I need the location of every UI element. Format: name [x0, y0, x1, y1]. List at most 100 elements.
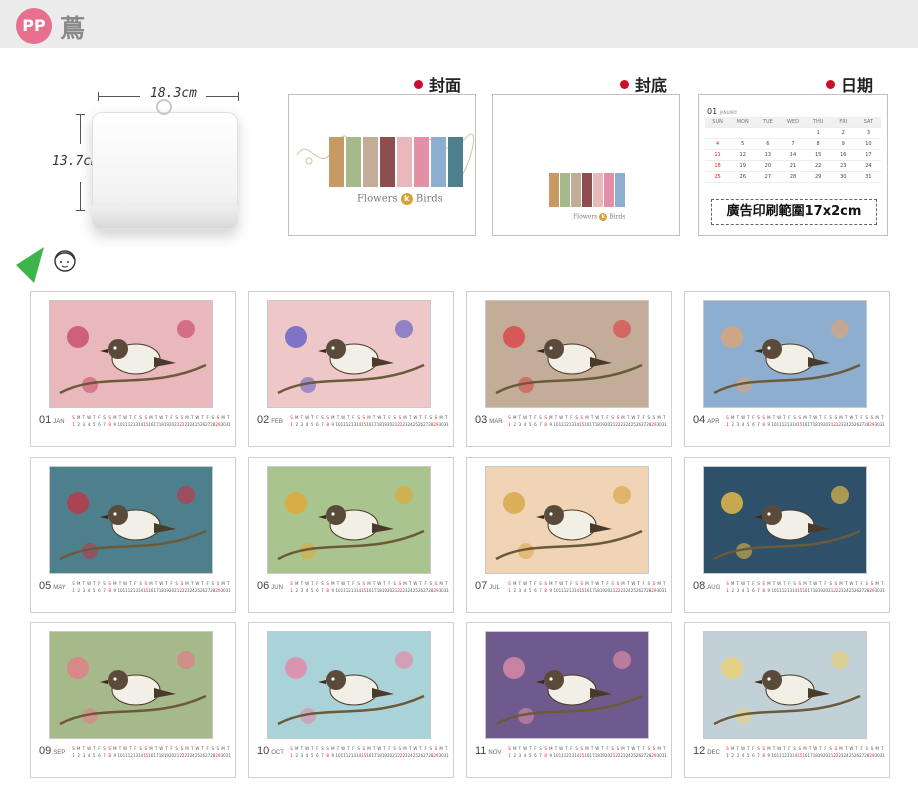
date-cell: 30 — [840, 174, 847, 180]
height-dimension-line-bottom — [80, 182, 81, 210]
month-card-may[interactable]: 05 MAY S M T W T F S S M T W T F S S M T W T F S S M T W T F S S M T 1 2 3 4… — [30, 457, 236, 613]
date-cell: 28 — [789, 174, 797, 180]
cover-bird-strip — [329, 137, 463, 187]
month-card-mar[interactable]: 03 MAR S M T W T F S S M T W T F S S M T W T F S S M T W T F S S M T 1 2 3 4… — [466, 291, 672, 447]
weekday-cell: SUN — [705, 117, 731, 127]
date-weekday-row: SUN MON TUE WED THU FRI SAT — [705, 117, 881, 128]
date-cell: 5 — [741, 141, 745, 147]
weekday-cell: MON — [730, 117, 756, 127]
month-card-nov[interactable]: 11 NOV S M T W T F S S M T W T F S S M T W T F S S M T W T F S S M T 1 2 3 4… — [466, 622, 672, 778]
bird-illustration — [268, 301, 430, 407]
cover-section-label: 封面 — [414, 72, 461, 96]
date-cell: 13 — [764, 152, 772, 158]
mini-calendar-strip: SMTWTFSSMTWTFSSMTWTFSSMTWTFSSMT123456789… — [726, 746, 885, 758]
date-cell: 19 — [739, 163, 746, 169]
cover-brand-text: Flowers k Birds — [357, 193, 443, 205]
red-dot-icon — [826, 80, 835, 89]
month-card-sep[interactable]: 09 SEP S M T W T F S S M T W T F S S M T W T F S S M T W T F S S M T 1 2 3 4… — [30, 622, 236, 778]
month-artwork — [485, 300, 649, 408]
date-cell: 7 — [791, 141, 795, 147]
weekday-cell: TUE — [755, 117, 781, 127]
weekday-cell: SAT — [855, 117, 881, 127]
bird-illustration — [486, 632, 648, 738]
month-artwork — [49, 300, 213, 408]
height-tick-top — [76, 114, 85, 115]
date-cell: 3 — [866, 130, 870, 136]
cover-preview[interactable]: Flowers k Birds — [288, 94, 476, 236]
date-cell: 6 — [766, 141, 770, 147]
date-week-row: 11 12 13 14 15 16 17 — [705, 150, 881, 161]
month-card-oct[interactable]: 10 OCT S M T W T F S S M T W T F S S M T W T F S S M T W T F S S M T 1 2 3 4… — [248, 622, 454, 778]
date-cell: 11 — [714, 152, 721, 158]
month-label: 06 JUN — [257, 580, 283, 592]
mini-calendar-strip: SMTWTFSSMTWTFSSMTWTFSSMTWTFSSMT123456789… — [290, 415, 449, 427]
month-card-apr[interactable]: 04 APR S M T W T F S S M T W T F S S M T W T F S S M T W T F S S M T 1 2 3 4… — [684, 291, 890, 447]
bird-illustration — [50, 467, 212, 573]
month-label: 04 APR — [693, 414, 720, 426]
red-dot-icon — [620, 80, 629, 89]
date-cell: 8 — [816, 141, 820, 147]
mini-calendar-strip: SMTWTFSSMTWTFSSMTWTFSSMTWTFSSMT123456789… — [290, 746, 449, 758]
date-week-row: 1 2 3 — [705, 128, 881, 139]
width-tick-left — [98, 92, 99, 101]
mini-calendar-strip: SMTWTFSSMTWTFSSMTWTFSSMTWTFSSMT123456789… — [508, 581, 667, 593]
month-artwork — [485, 631, 649, 739]
bird-illustration — [486, 467, 648, 573]
date-layout-preview[interactable]: 01 JANUARY SUN MON TUE WED THU FRI SAT 1 2 3 4 5 6 7 8… — [698, 94, 888, 236]
month-artwork — [703, 631, 867, 739]
date-cell: 2 — [841, 130, 845, 136]
date-cell: 27 — [764, 174, 772, 180]
bird-illustration — [50, 301, 212, 407]
month-artwork — [703, 300, 867, 408]
back-section-label: 封底 — [620, 72, 667, 96]
date-week-row: 18 19 20 21 22 23 24 — [705, 161, 881, 172]
mini-calendar-strip: SMTWTFSSMTWTFSSMTWTFSSMTWTFSSMT123456789… — [508, 746, 667, 758]
mini-calendar-strip: SMTWTFSSMTWTFSSMTWTFSSMTWTFSSMT123456789… — [726, 581, 885, 593]
date-cell: 1 — [816, 130, 820, 136]
month-label: 12 DEC — [693, 745, 720, 757]
month-card-dec[interactable]: 12 DEC S M T W T F S S M T W T F S S M T W T F S S M T W T F S S M T 1 2 3 4… — [684, 622, 890, 778]
green-arrow-icon — [16, 247, 44, 283]
date-cell: 29 — [814, 174, 822, 180]
bird-illustration — [704, 467, 866, 573]
month-label: 03 MAR — [475, 414, 503, 426]
back-cover-preview[interactable]: Flowers k Birds — [492, 94, 680, 236]
height-dimension-line-top — [80, 114, 81, 144]
header-bar: PP 蔦 — [0, 0, 918, 48]
bird-illustration — [268, 467, 430, 573]
date-cell — [705, 128, 730, 138]
mini-calendar-strip: SMTWTFSSMTWTFSSMTWTFSSMTWTFSSMT123456789… — [290, 581, 449, 593]
date-cell: 22 — [814, 163, 822, 169]
page-title: 蔦 — [60, 14, 86, 43]
weekday-cell: THU — [805, 117, 831, 127]
bird-illustration — [486, 301, 648, 407]
brand-leaf-icon: k — [599, 213, 608, 221]
month-label: 09 SEP — [39, 745, 66, 757]
date-week-row: 25 26 27 28 29 30 31 — [705, 172, 881, 183]
month-artwork — [485, 466, 649, 574]
calendar-stand-base — [92, 206, 238, 228]
hanging-hook-icon — [156, 99, 172, 115]
date-cell: 15 — [814, 152, 822, 158]
month-card-jul[interactable]: 07 JUL S M T W T F S S M T W T F S S M T W T F S S M T W T F S S M T 1 2 3 4… — [466, 457, 672, 613]
bird-illustration — [268, 632, 430, 738]
month-card-feb[interactable]: 02 FEB S M T W T F S S M T W T F S S M T W T F S S M T W T F S S M T 1 2 3 4… — [248, 291, 454, 447]
month-card-jan[interactable]: 01 JAN S M T W T F S S M T W T F S S M T W T F S S M T W T F S S M T 1 2 3 4… — [30, 291, 236, 447]
date-cell — [755, 128, 780, 138]
date-cell: 24 — [865, 163, 872, 169]
bird-illustration — [704, 632, 866, 738]
mini-calendar-strip: SMTWTFSSMTWTFSSMTWTFSSMTWTFSSMT123456789… — [72, 415, 231, 427]
month-label: 08 AUG — [693, 580, 721, 592]
weekday-cell: WED — [780, 117, 806, 127]
date-cell: 14 — [789, 152, 797, 158]
month-card-aug[interactable]: 08 AUG S M T W T F S S M T W T F S S M T W T F S S M T W T F S S M T 1 2 3 4… — [684, 457, 890, 613]
date-cell: 17 — [865, 152, 872, 158]
mini-calendar-strip: SMTWTFSSMTWTFSSMTWTFSSMTWTFSSMT123456789… — [72, 581, 231, 593]
date-cell: 18 — [714, 163, 721, 169]
month-artwork — [267, 631, 431, 739]
month-artwork — [267, 466, 431, 574]
date-cell: 20 — [764, 163, 772, 169]
month-card-jun[interactable]: 06 JUN S M T W T F S S M T W T F S S M T W T F S S M T W T F S S M T 1 2 3 4… — [248, 457, 454, 613]
catalog-page: PP 蔦 18.3cm 13.7cm 封面 封底 日期 Flowers k Bi… — [0, 0, 918, 800]
date-cell: 10 — [865, 141, 872, 147]
